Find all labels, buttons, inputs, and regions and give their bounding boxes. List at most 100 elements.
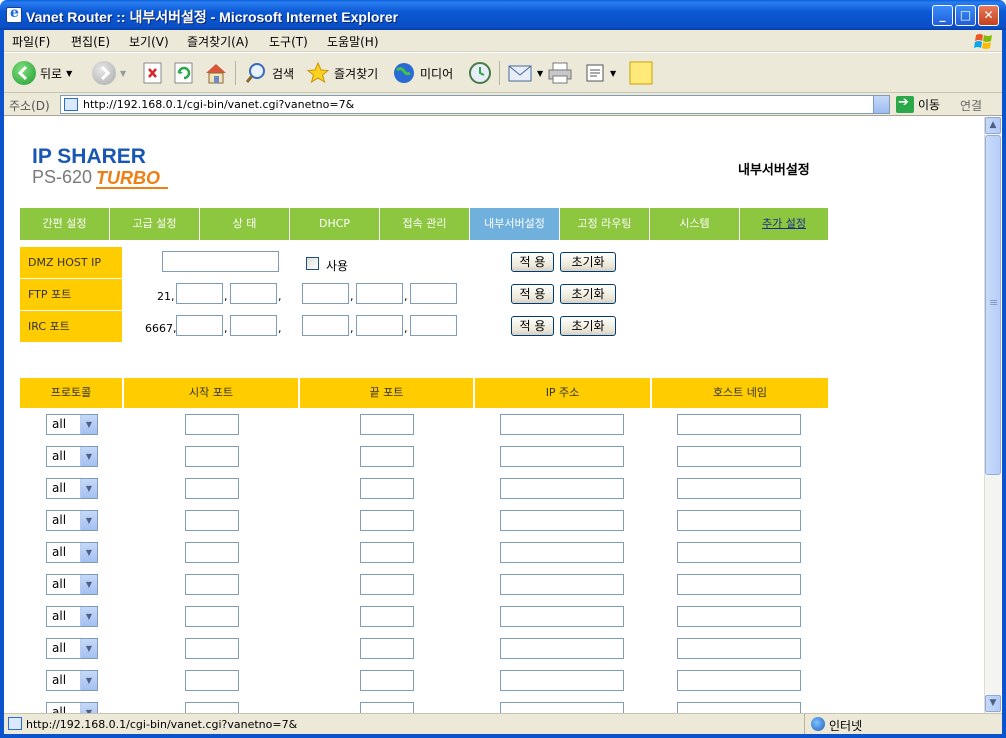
search-button[interactable]: 검색 [244, 59, 294, 87]
media-button[interactable]: 미디어 [392, 59, 453, 87]
protocol-select[interactable]: all ▼ [46, 670, 98, 691]
edit-button[interactable]: ▼ [584, 59, 616, 87]
menu-favorites[interactable]: 즐겨찾기(A) [187, 33, 249, 50]
end-port-input[interactable] [360, 606, 414, 627]
irc-reset-button[interactable]: 초기화 [560, 316, 616, 336]
host-name-input[interactable] [677, 606, 801, 627]
ip-address-input[interactable] [500, 446, 624, 467]
start-port-input[interactable] [185, 638, 239, 659]
ftp-port-input-2[interactable] [230, 283, 277, 304]
end-port-input[interactable] [360, 702, 414, 713]
end-port-input[interactable] [360, 414, 414, 435]
host-name-input[interactable] [677, 670, 801, 691]
ftp-reset-button[interactable]: 초기화 [560, 284, 616, 304]
protocol-select[interactable]: all ▼ [46, 478, 98, 499]
end-port-input[interactable] [360, 510, 414, 531]
dmz-apply-button[interactable]: 적 용 [511, 252, 554, 272]
chevron-down-icon[interactable]: ▼ [80, 543, 97, 562]
tab-internal-server[interactable]: 내부서버설정 [470, 208, 559, 240]
address-dropdown-icon[interactable] [873, 96, 889, 113]
stop-button[interactable] [142, 59, 164, 87]
host-name-input[interactable] [677, 478, 801, 499]
messenger-button[interactable] [628, 59, 654, 87]
ip-address-input[interactable] [500, 606, 624, 627]
ip-address-input[interactable] [500, 478, 624, 499]
irc-port-input-2[interactable] [230, 315, 277, 336]
irc-port-input-3[interactable] [302, 315, 349, 336]
mail-button[interactable]: ▼ [507, 59, 543, 87]
start-port-input[interactable] [185, 414, 239, 435]
menu-view[interactable]: 보기(V) [129, 33, 169, 50]
protocol-select[interactable]: all ▼ [46, 446, 98, 467]
chevron-down-icon[interactable]: ▼ [80, 703, 97, 713]
tab-quick-setup[interactable]: 간편 설정 [20, 208, 109, 240]
scroll-thumb[interactable] [985, 135, 1001, 475]
start-port-input[interactable] [185, 606, 239, 627]
tab-static-routing[interactable]: 고정 라우팅 [560, 208, 649, 240]
protocol-select[interactable]: all ▼ [46, 574, 98, 595]
host-name-input[interactable] [677, 414, 801, 435]
close-button[interactable]: ✕ [978, 5, 999, 26]
mail-dropdown-icon[interactable]: ▼ [537, 69, 543, 78]
menu-help[interactable]: 도움말(H) [327, 33, 379, 50]
favorites-button[interactable]: 즐겨찾기 [306, 59, 378, 87]
ip-address-input[interactable] [500, 414, 624, 435]
end-port-input[interactable] [360, 446, 414, 467]
protocol-select[interactable]: all ▼ [46, 606, 98, 627]
ftp-port-input-1[interactable] [176, 283, 223, 304]
host-name-input[interactable] [677, 574, 801, 595]
edit-dropdown-icon[interactable]: ▼ [610, 69, 616, 78]
home-button[interactable] [203, 59, 229, 87]
scroll-up-icon[interactable]: ▲ [985, 117, 1001, 134]
start-port-input[interactable] [185, 702, 239, 713]
chevron-down-icon[interactable]: ▼ [80, 447, 97, 466]
go-button[interactable]: 이동 [896, 95, 940, 113]
forward-dropdown-icon[interactable]: ▼ [120, 69, 126, 78]
chevron-down-icon[interactable]: ▼ [80, 575, 97, 594]
history-button[interactable] [467, 59, 493, 87]
chevron-down-icon[interactable]: ▼ [80, 639, 97, 658]
back-dropdown-icon[interactable]: ▼ [66, 69, 72, 78]
chevron-down-icon[interactable]: ▼ [80, 479, 97, 498]
tab-system[interactable]: 시스템 [650, 208, 739, 240]
chevron-down-icon[interactable]: ▼ [80, 415, 97, 434]
ip-address-input[interactable] [500, 638, 624, 659]
host-name-input[interactable] [677, 702, 801, 713]
forward-button[interactable]: ▼ [92, 59, 126, 87]
ip-address-input[interactable] [500, 542, 624, 563]
window-title-bar[interactable]: Vanet Router :: 내부서버설정 - Microsoft Inter… [0, 0, 1006, 30]
dmz-use-checkbox[interactable] [306, 257, 319, 270]
ip-address-input[interactable] [500, 510, 624, 531]
start-port-input[interactable] [185, 670, 239, 691]
irc-port-input-1[interactable] [176, 315, 223, 336]
host-name-input[interactable] [677, 446, 801, 467]
end-port-input[interactable] [360, 638, 414, 659]
irc-port-input-4[interactable] [356, 315, 403, 336]
ip-address-input[interactable] [500, 670, 624, 691]
chevron-down-icon[interactable]: ▼ [80, 511, 97, 530]
ftp-port-input-4[interactable] [356, 283, 403, 304]
protocol-select[interactable]: all ▼ [46, 542, 98, 563]
end-port-input[interactable] [360, 542, 414, 563]
end-port-input[interactable] [360, 478, 414, 499]
tab-access-control[interactable]: 접속 관리 [380, 208, 469, 240]
refresh-button[interactable] [173, 59, 195, 87]
menu-edit[interactable]: 편집(E) [71, 33, 110, 50]
dmz-reset-button[interactable]: 초기화 [560, 252, 616, 272]
dmz-ip-input[interactable] [162, 251, 279, 272]
menu-file[interactable]: 파일(F) [12, 33, 50, 50]
back-button[interactable]: 뒤로 ▼ [12, 59, 72, 87]
start-port-input[interactable] [185, 510, 239, 531]
scroll-down-icon[interactable]: ▼ [985, 695, 1001, 712]
minimize-button[interactable]: _ [932, 5, 953, 26]
host-name-input[interactable] [677, 638, 801, 659]
end-port-input[interactable] [360, 574, 414, 595]
links-button[interactable]: 연결 [960, 97, 982, 114]
menu-tools[interactable]: 도구(T) [269, 33, 308, 50]
protocol-select[interactable]: all ▼ [46, 702, 98, 713]
chevron-down-icon[interactable]: ▼ [80, 607, 97, 626]
maximize-button[interactable]: □ [955, 5, 976, 26]
ip-address-input[interactable] [500, 702, 624, 713]
irc-apply-button[interactable]: 적 용 [511, 316, 554, 336]
tab-advanced-setup[interactable]: 고급 설정 [110, 208, 199, 240]
